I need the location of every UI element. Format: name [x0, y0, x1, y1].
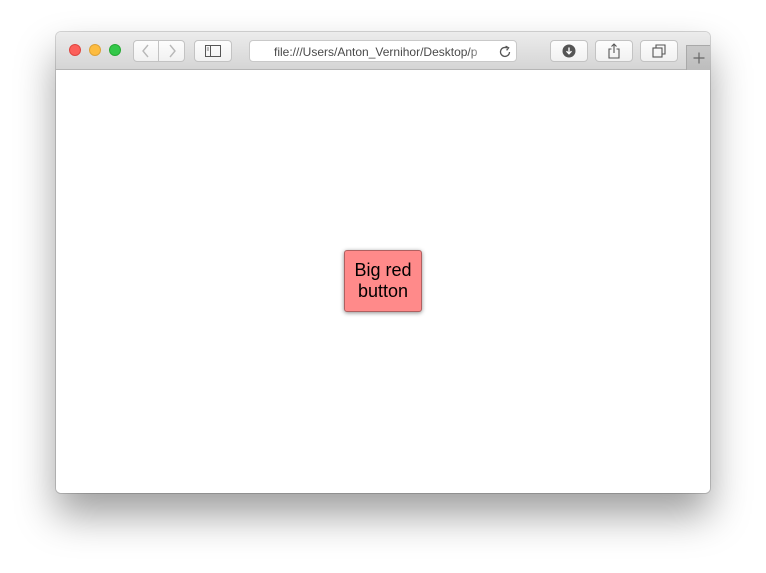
- zoom-window-button[interactable]: [109, 44, 121, 56]
- tabs-icon: [652, 44, 666, 58]
- page-content: Big red button: [56, 70, 710, 493]
- sidebar-button[interactable]: [194, 40, 232, 62]
- browser-toolbar: file:///Users/Anton_Vernihor/Desktop/p: [56, 32, 710, 70]
- close-window-button[interactable]: [69, 44, 81, 56]
- back-button[interactable]: [133, 40, 159, 62]
- plus-icon: [693, 52, 704, 64]
- address-bar[interactable]: file:///Users/Anton_Vernihor/Desktop/p: [249, 40, 517, 62]
- tab-overview-button[interactable]: [640, 40, 678, 62]
- chevron-right-icon: [168, 44, 176, 58]
- downloads-button[interactable]: [550, 40, 588, 62]
- share-icon: [608, 43, 620, 59]
- big-red-button[interactable]: Big red button: [344, 250, 422, 312]
- minimize-window-button[interactable]: [89, 44, 101, 56]
- share-button[interactable]: [595, 40, 633, 62]
- sidebar-icon: [205, 45, 221, 57]
- reload-icon[interactable]: [498, 45, 512, 59]
- new-tab-button[interactable]: [686, 45, 710, 70]
- download-icon: [562, 44, 576, 58]
- url-text: file:///Users/Anton_Vernihor/Desktop/p: [274, 45, 478, 59]
- browser-window: file:///Users/Anton_Vernihor/Desktop/p B…: [56, 32, 710, 493]
- chevron-left-icon: [142, 44, 149, 58]
- forward-button[interactable]: [159, 40, 185, 62]
